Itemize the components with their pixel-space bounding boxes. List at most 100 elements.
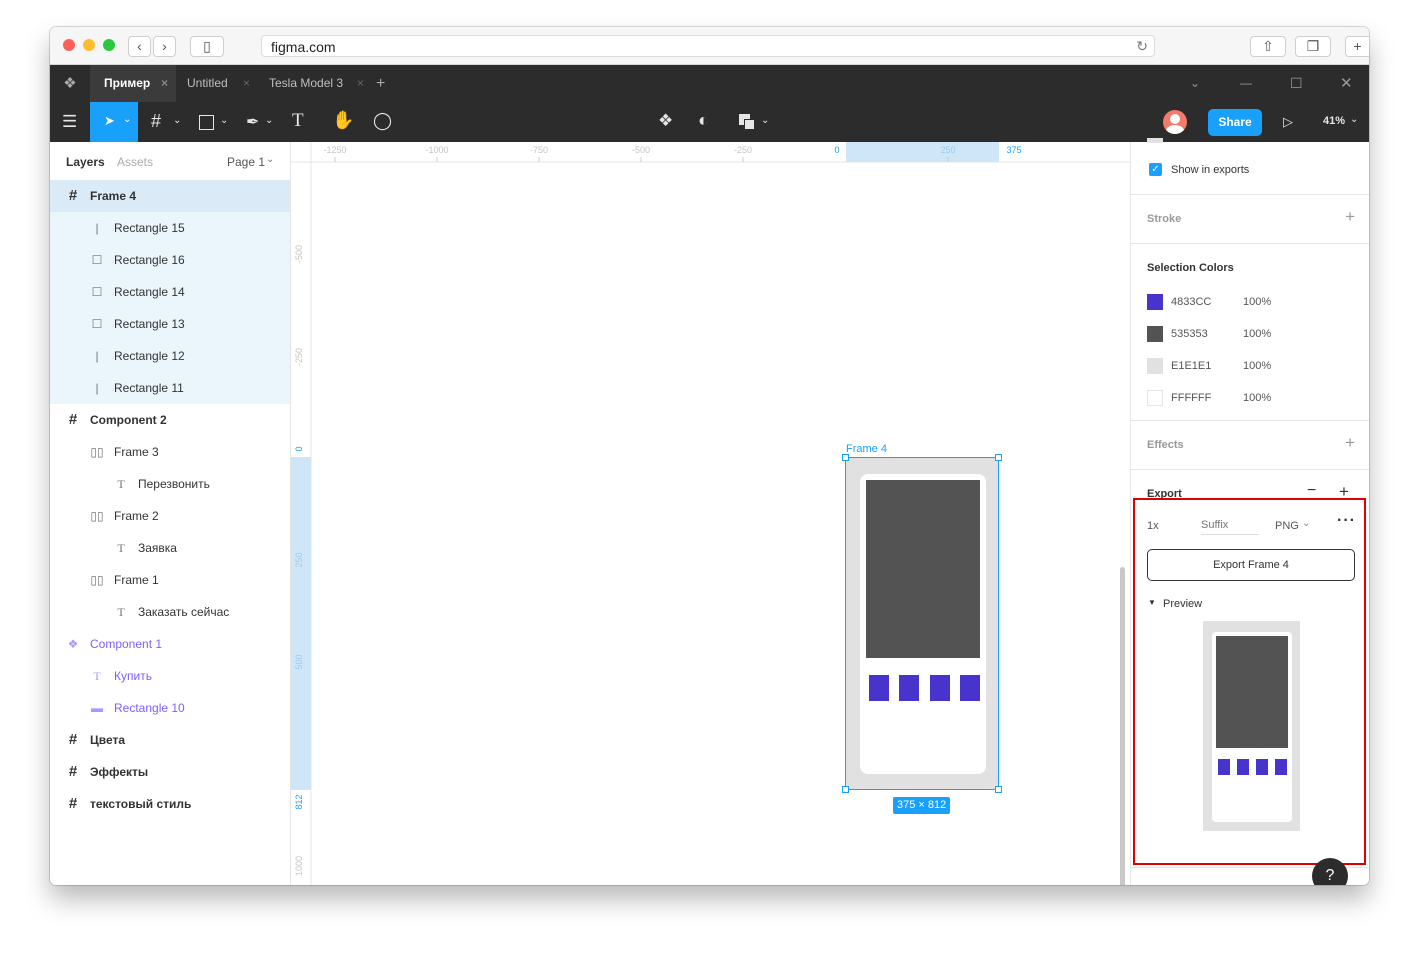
checkbox-checked-icon[interactable]: ✓ [1149, 163, 1162, 176]
chevron-down-icon[interactable]: ⌄ [1350, 114, 1358, 125]
zoom-level[interactable]: 41% [1323, 115, 1345, 127]
restore-icon[interactable]: ☐ [1290, 65, 1303, 102]
layer-row[interactable]: # Цвета [50, 724, 290, 756]
rectangle-tool-icon[interactable] [199, 115, 214, 130]
tab-layers[interactable]: Layers [66, 155, 105, 169]
close-tab-icon[interactable]: × [243, 65, 250, 102]
comment-tool-icon[interactable]: ◯ [373, 111, 392, 131]
layer-row[interactable]: ☐ Rectangle 16 [50, 244, 290, 276]
frame-tool-icon[interactable]: # [151, 111, 161, 132]
present-play-icon[interactable]: ▷ [1283, 114, 1293, 130]
tab-primer[interactable]: Пример × [90, 65, 176, 102]
ruler-selection-highlight [846, 142, 999, 162]
layer-row[interactable]: # Component 2 [50, 404, 290, 436]
color-opacity[interactable]: 100% [1243, 360, 1271, 372]
share-icon[interactable]: ⇧ [1250, 36, 1286, 57]
layer-row[interactable]: ☐ Rectangle 14 [50, 276, 290, 308]
color-swatch[interactable] [1147, 390, 1163, 406]
close-tab-icon[interactable]: × [161, 65, 168, 102]
text-icon: T [117, 605, 125, 619]
ruler-selection-highlight [291, 457, 311, 790]
chevron-down-icon[interactable]: ⌄ [220, 115, 228, 126]
resize-handle[interactable] [995, 786, 1002, 793]
pen-tool-icon[interactable]: ✒ [246, 112, 259, 132]
layer-row[interactable]: ▯▯ Frame 2 [50, 500, 290, 532]
close-tab-icon[interactable]: × [357, 65, 364, 102]
color-swatch[interactable] [1147, 326, 1163, 342]
resize-handle[interactable] [842, 786, 849, 793]
minimize-icon[interactable]: — [1240, 65, 1252, 102]
add-stroke-icon[interactable]: + [1345, 207, 1355, 227]
layer-row[interactable]: | Rectangle 15 [50, 212, 290, 244]
layer-label: Купить [114, 669, 152, 683]
layer-row[interactable]: ▯▯ Frame 3 [50, 436, 290, 468]
layer-row[interactable]: T Заявка [50, 532, 290, 564]
hand-tool-icon[interactable]: ✋ [332, 110, 354, 131]
layer-row[interactable]: | Rectangle 12 [50, 340, 290, 372]
add-tab-icon[interactable]: + [376, 65, 390, 102]
layer-row[interactable]: T Заказать сейчас [50, 596, 290, 628]
layer-row[interactable]: ❖ Component 1 [50, 628, 290, 660]
sidebar-toggle-button[interactable]: ▯ [190, 36, 224, 57]
maximize-window-button[interactable] [103, 39, 115, 51]
layer-label: Frame 1 [114, 573, 159, 587]
back-button[interactable]: ‹ [128, 36, 151, 57]
layer-row[interactable]: | Rectangle 11 [50, 372, 290, 404]
color-swatch[interactable] [1147, 358, 1163, 374]
color-hex[interactable]: 4833CC [1171, 296, 1211, 308]
tab-assets[interactable]: Assets [117, 155, 153, 169]
canvas[interactable]: -1250 -1000 -750 -500 -250 0 250 375 -500 -250 0 25… [291, 142, 1130, 885]
text-tool-icon[interactable]: T [292, 110, 304, 132]
components-icon[interactable]: ❖ [658, 111, 673, 131]
color-hex[interactable]: 535353 [1171, 328, 1208, 340]
text-icon: T [93, 669, 101, 683]
color-opacity[interactable]: 100% [1243, 392, 1271, 404]
layer-label: Rectangle 13 [114, 317, 185, 331]
minimize-window-button[interactable] [83, 39, 95, 51]
layer-row[interactable]: ☐ Rectangle 13 [50, 308, 290, 340]
layer-row[interactable]: T Перезвонить [50, 468, 290, 500]
avatar[interactable] [1163, 110, 1187, 134]
layer-row[interactable]: ▯▯ Frame 1 [50, 564, 290, 596]
add-effect-icon[interactable]: + [1345, 433, 1355, 453]
chevron-down-icon[interactable]: ⌄ [1190, 65, 1200, 102]
resize-handle[interactable] [842, 454, 849, 461]
color-swatch[interactable] [1147, 294, 1163, 310]
tab-untitled[interactable]: Untitled × [176, 65, 258, 102]
figma-menu-icon[interactable]: ❖ [50, 65, 90, 102]
mask-icon[interactable]: ◐ [698, 110, 709, 131]
blue-square [869, 675, 889, 701]
reload-icon[interactable]: ↻ [1136, 38, 1148, 55]
layer-row[interactable]: T Купить [50, 660, 290, 692]
page-selector[interactable]: Page 1 [227, 155, 265, 169]
selection-colors-label: Selection Colors [1147, 262, 1234, 274]
close-window-button[interactable] [63, 39, 75, 51]
tabs-overview-icon[interactable]: ❐ [1295, 36, 1331, 57]
color-opacity[interactable]: 100% [1243, 296, 1271, 308]
layer-row[interactable]: # Эффекты [50, 756, 290, 788]
chevron-down-icon[interactable]: ⌄ [173, 115, 181, 126]
resize-handle[interactable] [995, 454, 1002, 461]
vertical-scrollbar[interactable] [1120, 567, 1125, 885]
layer-row[interactable]: # Frame 4 [50, 180, 290, 212]
move-tool-button[interactable]: ➤ ⌄ [90, 102, 138, 142]
layer-row[interactable]: ▬ Rectangle 10 [50, 692, 290, 724]
frame-4-selection[interactable] [842, 454, 1002, 793]
chevron-down-icon[interactable]: ⌄ [265, 115, 273, 126]
chevron-down-icon[interactable]: ⌄ [266, 154, 274, 165]
forward-button[interactable]: › [153, 36, 176, 57]
close-icon[interactable]: ✕ [1340, 65, 1353, 102]
frame-name-label[interactable]: Frame 4 [846, 443, 887, 455]
size-badge: 375 × 812 [893, 797, 951, 814]
tab-label: Пример [104, 76, 151, 90]
chevron-down-icon[interactable]: ⌄ [761, 115, 769, 126]
color-hex[interactable]: E1E1E1 [1171, 360, 1211, 372]
share-button[interactable]: Share [1208, 109, 1262, 136]
hamburger-menu-icon[interactable]: ☰ [62, 112, 77, 132]
color-opacity[interactable]: 100% [1243, 328, 1271, 340]
tab-tesla-model-3[interactable]: Tesla Model 3 × [258, 65, 370, 102]
address-bar[interactable]: figma.com ↻ [261, 35, 1155, 57]
color-hex[interactable]: FFFFFF [1171, 392, 1211, 404]
new-tab-button[interactable]: + [1345, 36, 1369, 57]
layer-row[interactable]: # текстовый стиль [50, 788, 290, 820]
